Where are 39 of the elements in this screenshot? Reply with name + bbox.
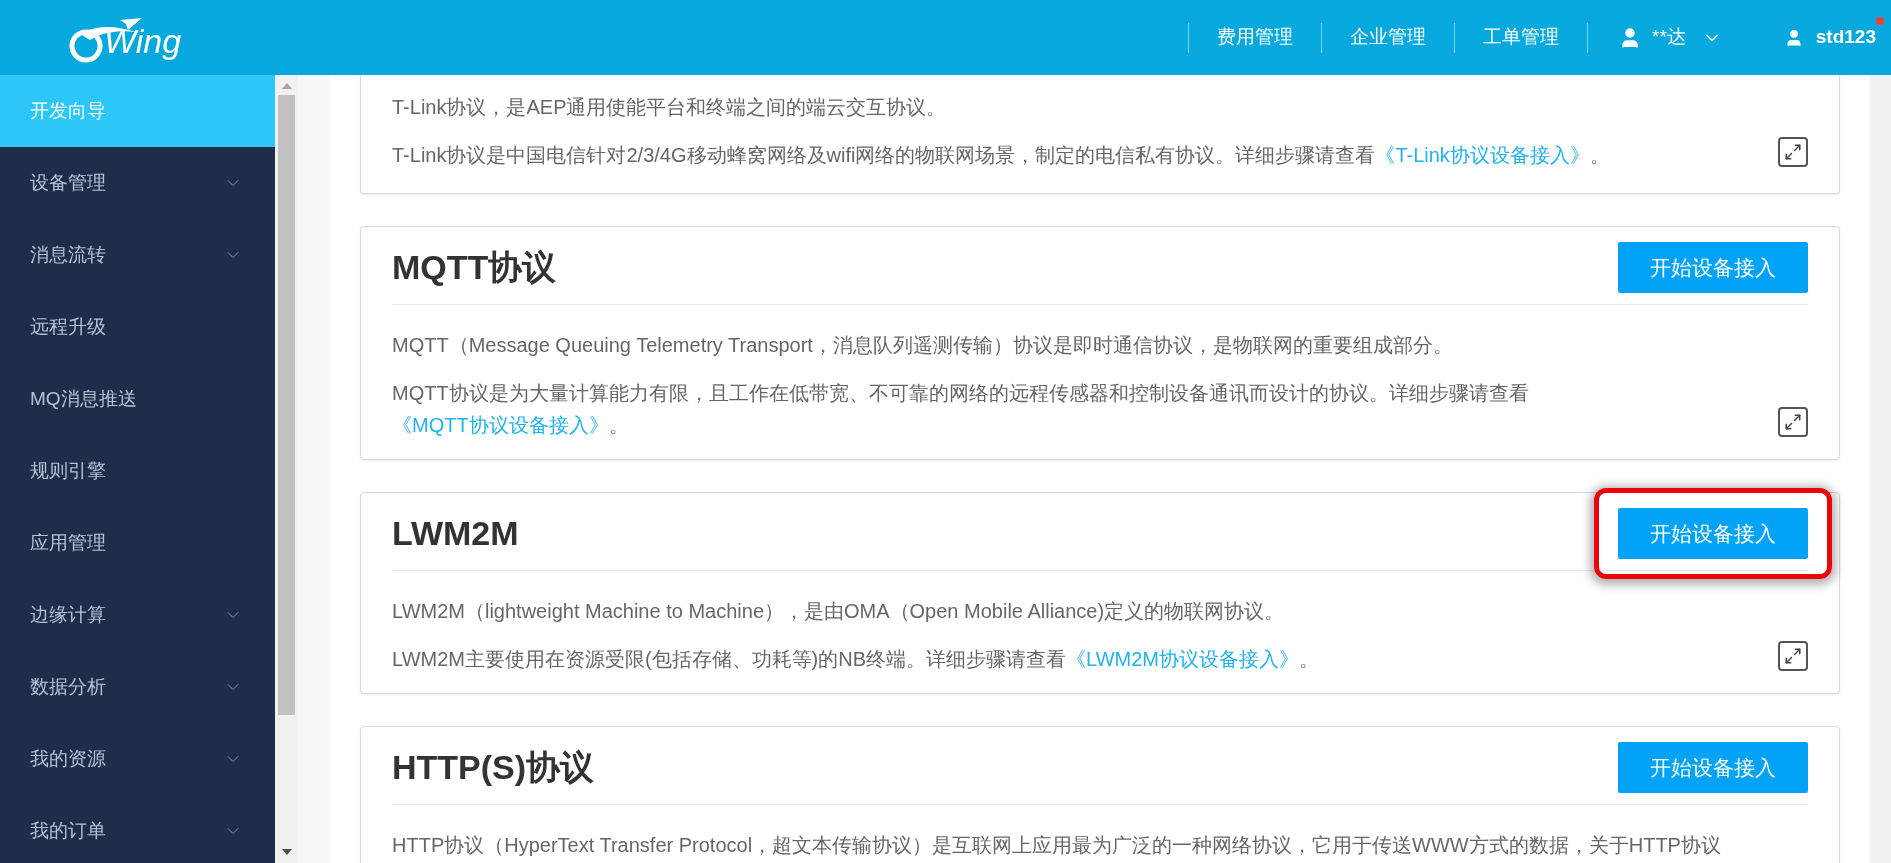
sidebar-item[interactable]: 应用管理 [0,507,275,579]
expand-icon[interactable] [1778,641,1808,671]
description-text: T-Link协议，是AEP通用使能平台和终端之间的端云交互协议。 [392,95,948,120]
scrollbar[interactable] [275,75,298,863]
guide-link[interactable]: 《LWM2M协议设备接入》 [1066,648,1300,670]
card-title: HTTP(S)协议 [392,747,595,788]
card-title: LWM2M [392,513,519,554]
page-scrollbar[interactable] [1870,75,1891,863]
sidebar-item[interactable]: MQ消息推送 [0,363,275,435]
description-text: T-Link协议是中国电信针对2/3/4G移动蜂窝网络及wifi网络的物联网场景，制定的电信私有协议。详细步骤请查看《T-Link协议设备接入》。 [392,143,1611,168]
start-access-button[interactable]: 开始设备接入 [1618,742,1808,793]
expand-icon[interactable] [1778,407,1808,437]
guide-link[interactable]: 《MQTT协议设备接入》 [392,414,609,436]
sidebar-item[interactable]: 远程升级 [0,291,275,363]
sidebar-item[interactable]: 数据分析 [0,651,275,723]
description-text: LWM2M（lightweight Machine to Machine），是由OMA（Open Mobile Alliance)定义的物联网协议。 [392,599,1286,624]
start-access-button[interactable]: 开始设备接入 [1618,508,1808,559]
guide-link[interactable]: 《T-Link协议设备接入》 [1375,144,1590,166]
sidebar-item[interactable]: 开发向导 [0,75,275,147]
logo-text: Wing [104,23,182,58]
description-text: LWM2M主要使用在资源受限(包括存储、功耗等)的NB终端。详细步骤请查看《LWM2M协议设备接入》。 [392,647,1321,672]
scrollbar-thumb[interactable] [278,95,295,715]
start-access-button[interactable]: 开始设备接入 [1618,242,1808,293]
expand-icon[interactable] [1778,137,1808,167]
user-menu[interactable]: std123 [1783,23,1876,52]
nav-link[interactable]: 工单管理 [1455,23,1587,52]
nav-link[interactable]: 费用管理 [1189,23,1321,52]
card-title: MQTT协议 [392,247,557,288]
account-menu[interactable]: **达 [1588,23,1742,52]
description-text: MQTT协议是为大量计算能力有限，且工作在低带宽、不可靠的网络的远程传感器和控制设备通讯而设计的协议。详细步骤请查看 《MQTT协议设备接入》。 [392,381,1530,438]
sidebar-item[interactable]: 消息流转 [0,219,275,291]
description-text: MQTT（Message Queuing Telemetry Transport，消息队列遥测传输）协议是即时通信协议，是物联网的重要组成部分。 [392,333,1454,358]
sidebar-item[interactable]: 我的订单 [0,795,275,863]
sidebar-item[interactable]: 边缘计算 [0,579,275,651]
nav-link[interactable]: 企业管理 [1322,23,1454,52]
sidebar-item[interactable]: 设备管理 [0,147,275,219]
description-text: HTTP协议（HyperText Transfer Protocol，超文本传输协议）是互联网上应用最为广泛的一种网络协议，它用于传送WWW方式的数据，关于HTTP协议 [392,833,1722,858]
sidebar-item[interactable]: 规则引擎 [0,435,275,507]
sidebar-item[interactable]: 我的资源 [0,723,275,795]
